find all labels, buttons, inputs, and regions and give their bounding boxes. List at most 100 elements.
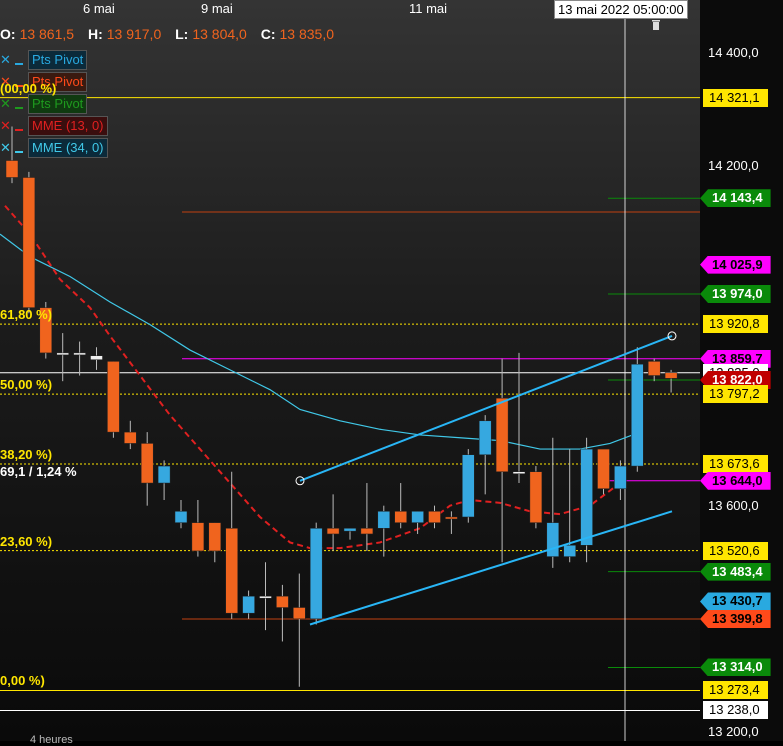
price-tag: 13 920,8 xyxy=(703,315,768,334)
candle-body xyxy=(631,363,644,467)
candle-body xyxy=(343,528,357,532)
candle-body xyxy=(191,522,205,552)
candle-body xyxy=(647,361,661,376)
axis-tick-label: 14 400,0 xyxy=(708,45,759,60)
legend-item[interactable]: ✕ MME (13, 0) xyxy=(0,116,108,136)
candle-body xyxy=(124,431,137,444)
legend-item[interactable]: ✕ Pts Pivot xyxy=(0,50,88,70)
candle-body xyxy=(445,516,458,520)
timeframe-label: 4 heures xyxy=(30,734,73,746)
candle-body xyxy=(22,177,36,308)
legend-item[interactable]: ✕ Pts Pivot xyxy=(0,94,88,114)
candle-body xyxy=(563,545,576,557)
candle-body xyxy=(242,595,255,614)
line-style-icon[interactable] xyxy=(13,119,25,133)
ohlc-header: O: 13 861,5 H: 13 917,0 L: 13 804,0 C: 13 83… xyxy=(0,26,334,42)
candle-body xyxy=(529,471,543,523)
candle-body xyxy=(614,465,627,489)
cursor-date-label: 13 mai 2022 05:00:00 xyxy=(554,0,688,19)
candle-body xyxy=(462,454,475,518)
candle-body xyxy=(478,420,492,455)
line-style-icon[interactable] xyxy=(13,141,25,155)
price-tag: 13 314,0 xyxy=(700,658,771,677)
fibonacci-level-label: 61,80 %) xyxy=(0,307,53,323)
candle-body xyxy=(276,595,289,608)
date-label: 6 mai xyxy=(83,1,115,16)
chart-stage[interactable]: O: 13 861,5 H: 13 917,0 L: 13 804,0 C: 13 83… xyxy=(0,0,783,746)
fibonacci-level-label: 0,00 %) xyxy=(0,673,45,689)
price-tag: 14 143,4 xyxy=(700,189,771,208)
price-chart[interactable] xyxy=(0,0,783,741)
candle-body xyxy=(140,443,154,484)
candle-body xyxy=(377,511,391,529)
candle-body xyxy=(326,528,340,535)
price-tag: 13 520,6 xyxy=(703,541,768,560)
date-label: 9 mai xyxy=(201,1,233,16)
close-key: C: xyxy=(260,26,276,42)
candle-body xyxy=(597,448,610,489)
candle-body xyxy=(107,361,120,433)
axis-tick-label: 13 600,0 xyxy=(708,497,759,513)
candle-body xyxy=(546,522,560,557)
close-value: 13 835,0 xyxy=(279,26,335,42)
candle-body xyxy=(428,511,441,523)
price-tag: 13 430,7 xyxy=(700,592,771,611)
price-tag: 13 644,0 xyxy=(700,471,771,490)
channel-upper-line xyxy=(299,334,673,482)
legend-item[interactable]: ✕ MME (34, 0) xyxy=(0,138,108,158)
legend-label: MME (13, 0) xyxy=(28,116,108,136)
legend-label: Pts Pivot xyxy=(28,50,88,70)
candle-body xyxy=(225,528,238,614)
candle-body xyxy=(411,511,424,523)
open-key: O: xyxy=(0,26,16,42)
candle-body xyxy=(293,607,306,620)
low-value: 13 804,0 xyxy=(192,26,247,42)
mme34-line xyxy=(0,233,641,450)
close-icon[interactable]: ✕ xyxy=(0,139,11,157)
candle-body xyxy=(208,522,222,552)
mme13-line xyxy=(4,205,621,550)
fibonacci-level-label: 23,60 %) xyxy=(0,533,53,549)
candle-body xyxy=(157,465,171,484)
close-icon[interactable]: ✕ xyxy=(0,95,11,113)
date-label: 11 mai xyxy=(409,1,448,16)
price-tag: 14 321,1 xyxy=(703,88,768,107)
candle-body xyxy=(174,511,188,523)
axis-tick-label: 13 200,0 xyxy=(708,724,759,739)
low-key: L: xyxy=(175,26,189,42)
candle-body xyxy=(495,397,509,472)
candle-body xyxy=(259,595,272,599)
candle-body xyxy=(309,528,323,620)
price-tag: 13 797,2 xyxy=(703,385,768,404)
close-icon[interactable]: ✕ xyxy=(0,51,11,69)
trash-icon[interactable] xyxy=(651,18,661,30)
fibonacci-level-label: (00,00 %) xyxy=(0,80,57,96)
candle-body xyxy=(56,352,69,356)
candle-body xyxy=(664,372,678,379)
axis-tick-label: 14 200,0 xyxy=(708,158,759,174)
price-tag: 14 025,9 xyxy=(700,255,771,274)
high-key: H: xyxy=(87,26,103,42)
line-style-icon[interactable] xyxy=(13,97,25,111)
candle-body xyxy=(73,352,86,356)
candle-body xyxy=(394,511,407,523)
price-tag: 13 483,4 xyxy=(700,562,771,581)
price-tag: 13 273,4 xyxy=(703,681,768,700)
high-value: 13 917,0 xyxy=(106,26,162,42)
candle-body xyxy=(512,471,526,474)
close-icon[interactable]: ✕ xyxy=(0,117,11,135)
candle-body xyxy=(360,528,374,535)
price-tag: 13 974,0 xyxy=(700,285,771,304)
fibonacci-level-label: 69,1 / 1,24 % xyxy=(0,463,77,479)
price-tag: 13 673,6 xyxy=(703,455,768,474)
legend-label: MME (34, 0) xyxy=(28,138,108,158)
legend-label: Pts Pivot xyxy=(28,94,88,114)
fibonacci-level-label: 38,20 %) xyxy=(0,447,53,463)
open-value: 13 861,5 xyxy=(19,26,75,42)
line-style-icon[interactable] xyxy=(13,53,25,67)
candle-body xyxy=(5,160,19,178)
candle-body xyxy=(90,355,103,360)
price-tag: 13 238,0 xyxy=(703,701,768,720)
candle-body xyxy=(580,448,593,546)
price-tag: 13 399,8 xyxy=(700,609,771,628)
